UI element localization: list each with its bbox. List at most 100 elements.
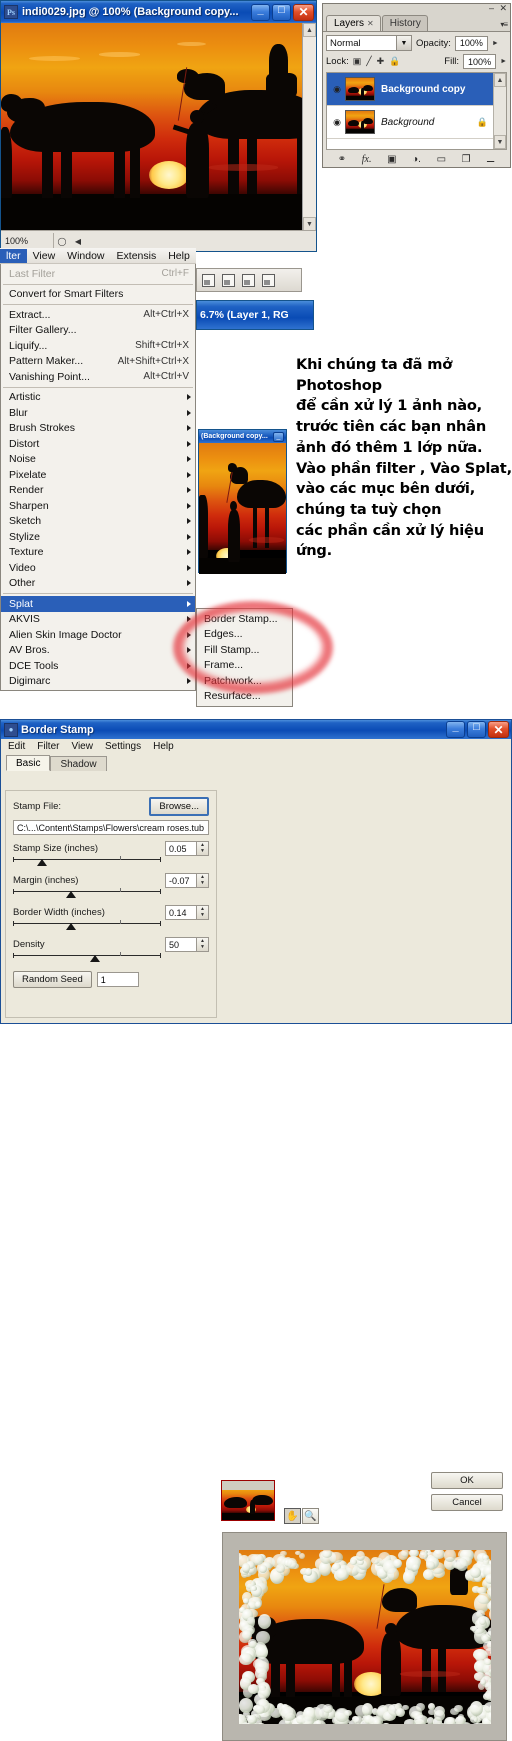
slider-track[interactable] [13,857,161,867]
mask-icon[interactable]: ▣ [387,154,396,165]
opacity-slider-icon[interactable]: ► [492,40,499,47]
spinner-arrows[interactable]: ▲▼ [197,841,209,856]
spinner-down-icon[interactable]: ▼ [200,913,205,918]
menu-item-distort[interactable]: Distort [1,436,195,452]
bs-menu-help[interactable]: Help [147,741,180,752]
layers-scroll-up-icon[interactable]: ▲ [494,73,506,87]
align-center-icon[interactable] [222,274,235,287]
bs-minimize-button[interactable]: _ [446,721,465,738]
transparency-lock-icon[interactable]: ▣ [353,56,362,67]
menubar-item-window[interactable]: Window [61,249,110,263]
slider-handle[interactable] [66,923,76,930]
visibility-eye-icon[interactable]: ◉ [329,84,345,95]
panel-minimize-icon[interactable]: – [489,4,494,13]
menu-item-pattern-maker[interactable]: Pattern Maker...Alt+Shift+Ctrl+X [1,354,195,370]
slider-track[interactable] [13,921,161,931]
close-button[interactable]: ✕ [293,4,314,21]
panel-menu-icon[interactable]: ▾≡ [500,20,507,29]
submenu-item-frame[interactable]: Frame... [197,658,292,674]
cancel-button[interactable]: Cancel [431,1494,503,1511]
spinner-margin-inches[interactable]: -0.07▲▼ [165,873,209,888]
document-titlebar[interactable]: Ps indi0029.jpg @ 100% (Background copy.… [1,1,316,23]
menu-item-texture[interactable]: Texture [1,545,195,561]
panel-close-icon[interactable]: ✕ [499,4,507,13]
menu-item-akvis[interactable]: AKVIS [1,612,195,628]
layers-scroll-down-icon[interactable]: ▼ [494,135,506,149]
spinner-arrows[interactable]: ▲▼ [197,873,209,888]
submenu-item-patchwork[interactable]: Patchwork... [197,673,292,689]
bs-menu-settings[interactable]: Settings [99,741,147,752]
slider-value-input[interactable]: 0.05 [165,841,197,856]
fx-icon[interactable]: fx. [362,154,372,165]
distribute-icon[interactable] [262,274,275,287]
menu-item-vanishing-point[interactable]: Vanishing Point...Alt+Ctrl+V [1,369,195,385]
browse-button[interactable]: Browse... [149,797,209,816]
scroll-down-arrow[interactable]: ▼ [303,217,316,231]
layer-row-background[interactable]: ◉ Background 🔒 [327,106,493,139]
tab-close-icon[interactable]: ✕ [367,19,374,28]
scroll-up-arrow[interactable]: ▲ [303,23,316,37]
menu-item-convert-for-smart-filters[interactable]: Convert for Smart Filters [1,287,195,303]
opacity-input[interactable]: 100% [455,36,488,51]
mini-doc-titlebar[interactable]: (Background copy... _ [199,430,286,443]
random-seed-value[interactable]: 1 [97,972,139,987]
menu-item-pixelate[interactable]: Pixelate [1,467,195,483]
minimize-button[interactable]: _ [251,4,270,21]
visibility-eye-icon[interactable]: ◉ [329,117,345,128]
submenu-item-resurface[interactable]: Resurface... [197,689,292,705]
slider-value-input[interactable]: 50 [165,937,197,952]
slider-handle[interactable] [37,859,47,866]
maximize-button[interactable]: □ [272,4,291,21]
tab-basic[interactable]: Basic [6,755,50,771]
trash-icon[interactable]: ⚊ [486,154,495,165]
spinner-density[interactable]: 50▲▼ [165,937,209,952]
slider-value-input[interactable]: -0.07 [165,873,197,888]
slider-value-input[interactable]: 0.14 [165,905,197,920]
spinner-arrows[interactable]: ▲▼ [197,937,209,952]
menu-item-video[interactable]: Video [1,560,195,576]
move-lock-icon[interactable]: ✚ [377,56,385,67]
bs-maximize-button[interactable]: □ [467,721,486,738]
align-right-icon[interactable] [242,274,255,287]
layer-row-background-copy[interactable]: ◉ Background copy [327,73,493,106]
zoom-tool-icon[interactable]: 🔍 [302,1508,319,1524]
random-seed-button[interactable]: Random Seed [13,971,92,988]
menu-item-brush-strokes[interactable]: Brush Strokes [1,421,195,437]
slider-handle[interactable] [66,891,76,898]
spinner-stamp-size-inches[interactable]: 0.05▲▼ [165,841,209,856]
menu-item-filter-gallery[interactable]: Filter Gallery... [1,323,195,339]
slider-track[interactable] [13,953,161,963]
spinner-border-width-inches[interactable]: 0.14▲▼ [165,905,209,920]
adjustment-icon[interactable]: ◑. [412,154,421,165]
spinner-down-icon[interactable]: ▼ [200,881,205,886]
menu-item-other[interactable]: Other [1,576,195,592]
menu-item-extract[interactable]: Extract...Alt+Ctrl+X [1,307,195,323]
navigator-thumbnail[interactable] [221,1480,275,1521]
tab-shadow[interactable]: Shadow [50,756,106,771]
brush-lock-icon[interactable]: ╱ [366,56,371,67]
fill-slider-icon[interactable]: ► [500,58,507,65]
menu-item-liquify[interactable]: Liquify...Shift+Ctrl+X [1,338,195,354]
second-document-titlebar[interactable]: 6.7% (Layer 1, RG [196,300,314,330]
align-left-icon[interactable] [202,274,215,287]
chevron-down-icon[interactable]: ▼ [396,36,411,50]
menu-item-artistic[interactable]: Artistic [1,390,195,406]
submenu-item-fill-stamp[interactable]: Fill Stamp... [197,642,292,658]
slider-handle[interactable] [90,955,100,962]
layers-scrollbar[interactable]: ▲ ▼ [493,73,506,149]
spinner-down-icon[interactable]: ▼ [200,945,205,950]
spinner-down-icon[interactable]: ▼ [200,849,205,854]
menubar-item-view[interactable]: View [27,249,62,263]
zoom-level-field[interactable]: 100% [1,236,53,246]
blend-mode-select[interactable]: Normal ▼ [326,35,412,51]
link-icon[interactable]: ⚭ [338,154,346,165]
menu-item-blur[interactable]: Blur [1,405,195,421]
menu-item-alien-skin-image-doctor[interactable]: Alien Skin Image Doctor [1,627,195,643]
bs-menu-edit[interactable]: Edit [2,741,31,752]
stamp-file-path-field[interactable]: C:\...\Content\Stamps\Flowers\cream rose… [13,820,209,835]
menubar-item-filter[interactable]: lter [0,249,27,263]
menu-item-dce-tools[interactable]: DCE Tools [1,658,195,674]
group-icon[interactable]: ▭ [437,154,446,165]
document-canvas[interactable]: ▲ ▼ [1,23,316,231]
border-stamp-preview[interactable] [222,1532,507,1741]
